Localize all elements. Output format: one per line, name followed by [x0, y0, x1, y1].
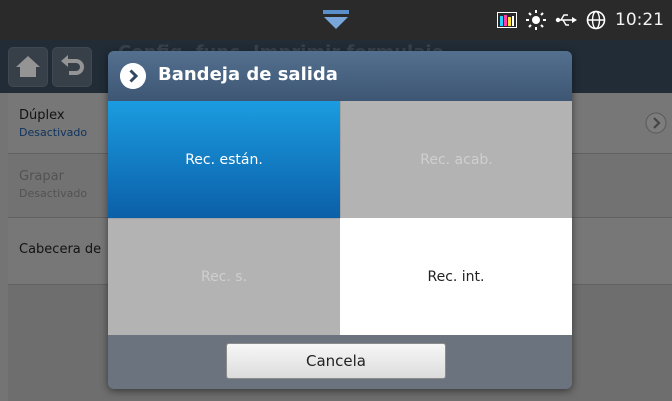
- globe-icon: [586, 10, 606, 30]
- dialog-footer: Cancela: [108, 335, 572, 389]
- down-handle-icon[interactable]: [323, 10, 349, 30]
- usb-icon: [555, 14, 577, 26]
- status-icons: 10:21: [497, 0, 664, 40]
- clock-time: 10:21: [615, 10, 664, 30]
- option-label: Rec. están.: [185, 151, 263, 168]
- dialog-title: Bandeja de salida: [158, 64, 338, 85]
- chevron-right-icon: [120, 63, 146, 89]
- status-bar: 10:21: [0, 0, 672, 40]
- cancel-button[interactable]: Cancela: [226, 343, 446, 379]
- option-label: Rec. int.: [427, 268, 485, 285]
- brightness-icon: [526, 10, 546, 30]
- option-internal-tray[interactable]: Rec. int.: [340, 218, 572, 335]
- tray-options-grid: Rec. están. Rec. acab. Rec. s. Rec. int.: [108, 101, 572, 335]
- option-label: Rec. acab.: [420, 151, 493, 168]
- option-s-tray: Rec. s.: [108, 218, 340, 335]
- option-standard-tray[interactable]: Rec. están.: [108, 101, 340, 218]
- dialog-header: Bandeja de salida: [108, 51, 572, 101]
- toner-level-icon: [497, 12, 517, 28]
- option-label: Rec. s.: [200, 269, 248, 285]
- option-finisher-tray: Rec. acab.: [340, 101, 572, 218]
- output-tray-dialog: Bandeja de salida Rec. están. Rec. acab.…: [108, 51, 572, 389]
